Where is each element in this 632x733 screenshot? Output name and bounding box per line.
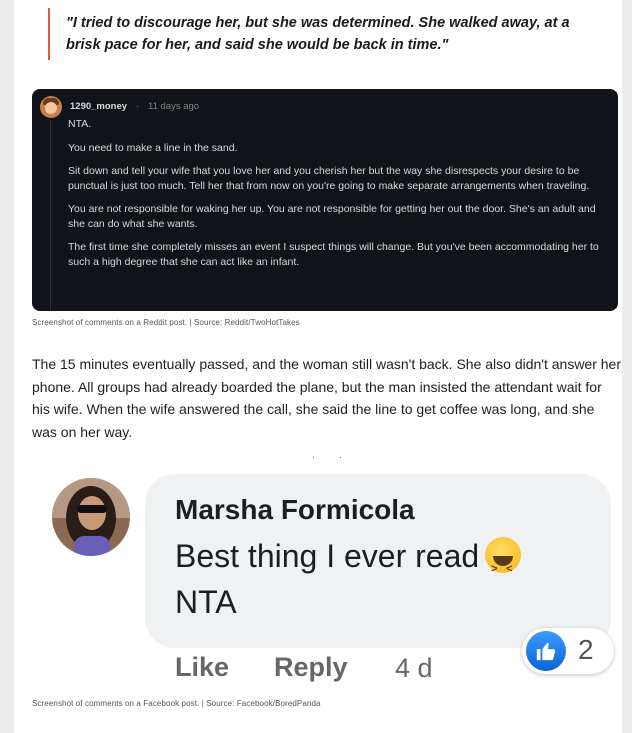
reddit-comment-card: 1290_money · 11 days ago NTA. You need t… [32, 89, 618, 311]
facebook-caption: Screenshot of comments on a Facebook pos… [32, 699, 321, 708]
comment-paragraph: You need to make a line in the sand. [68, 141, 238, 154]
cropped-dots: ·· [312, 452, 366, 462]
grinning-squinting-face-icon: > < [485, 537, 522, 575]
commenter-name[interactable]: Marsha Formicola [175, 494, 415, 526]
comment-paragraph: Sit down and tell your wife that you lov… [68, 165, 590, 192]
comment-paragraph: You are not responsible for waking her u… [68, 203, 596, 230]
facebook-avatar[interactable] [52, 478, 130, 556]
pull-quote: "I tried to discourage her, but she was … [66, 15, 570, 53]
reply-button[interactable]: Reply [274, 652, 348, 683]
reaction-count: 2 [578, 634, 594, 665]
meta-separator: · [136, 101, 140, 112]
reaction-summary[interactable]: 2 [522, 628, 614, 674]
like-button[interactable]: Like [175, 652, 229, 683]
comment-line-2: NTA [175, 584, 237, 620]
reddit-avatar[interactable] [40, 96, 62, 118]
comment-paragraph: NTA. [68, 118, 92, 130]
thread-line[interactable] [50, 121, 51, 311]
article-paragraph: The 15 minutes eventually passed, and th… [32, 356, 622, 440]
article-page: "I tried to discourage her, but she was … [14, 0, 622, 733]
comment-line-1: Best thing I ever read [175, 538, 480, 574]
reddit-username[interactable]: 1290_money [70, 101, 127, 112]
reddit-caption: Screenshot of comments on a Reddit post.… [32, 318, 300, 327]
comment-paragraph: The first time she completely misses an … [68, 241, 599, 268]
like-icon [526, 631, 566, 671]
quote-accent-bar [48, 8, 50, 60]
comment-timestamp[interactable]: 4 d [395, 653, 433, 684]
reddit-timestamp: 11 days ago [148, 101, 200, 112]
reddit-comment-body: NTA. You need to make a line in the sand… [68, 117, 612, 278]
comment-text: Best thing I ever read > < NTA [175, 533, 522, 625]
